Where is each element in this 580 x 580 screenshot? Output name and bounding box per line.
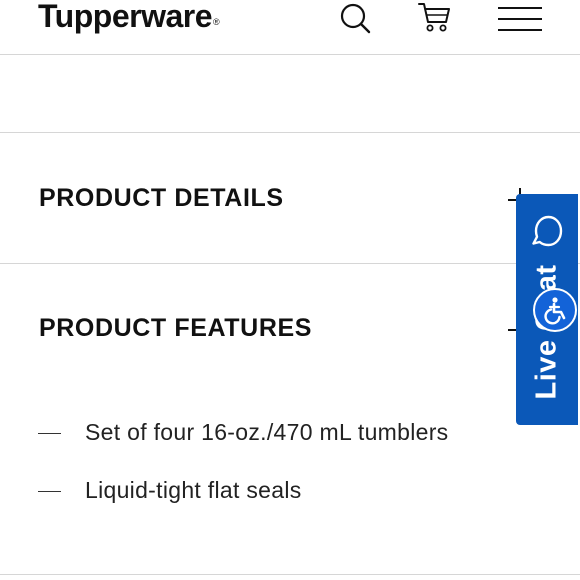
wheelchair-icon xyxy=(544,297,566,325)
section-divider xyxy=(0,574,580,575)
feature-text: Liquid-tight flat seals xyxy=(85,477,302,503)
section-divider xyxy=(0,132,580,133)
search-button[interactable] xyxy=(336,0,374,38)
list-item: Liquid-tight flat seals xyxy=(0,470,580,528)
accordion-product-features[interactable]: PRODUCT FEATURES xyxy=(0,300,580,360)
accessibility-button[interactable] xyxy=(533,288,577,332)
tupperware-logo[interactable]: Tupperware® xyxy=(38,0,220,36)
logo-text: Tupperware xyxy=(38,0,213,34)
search-icon xyxy=(340,3,371,34)
section-divider xyxy=(0,263,580,264)
product-page: Tupperware® PRODUCT DETAILS PRODUCT FEAT… xyxy=(0,0,580,580)
dash-bullet xyxy=(38,491,61,492)
feature-text: Set of four 16-oz./470 mL tumblers xyxy=(85,419,449,445)
cart-button[interactable] xyxy=(414,0,454,38)
product-features-list: Set of four 16-oz./470 mL tumblers Liqui… xyxy=(0,412,580,528)
live-chat-label: Live Chat xyxy=(530,264,563,400)
dash-bullet xyxy=(38,433,61,434)
hamburger-menu-icon xyxy=(498,7,542,31)
accordion-title-product-features: PRODUCT FEATURES xyxy=(39,314,313,342)
chat-bubble-icon xyxy=(532,215,563,247)
site-header: Tupperware® xyxy=(0,0,580,55)
cart-icon xyxy=(418,3,450,32)
list-item: Set of four 16-oz./470 mL tumblers xyxy=(0,412,580,470)
menu-button[interactable] xyxy=(496,0,544,38)
logo-registered-mark: ® xyxy=(213,17,220,27)
accordion-title-product-details: PRODUCT DETAILS xyxy=(39,184,284,212)
accordion-product-details[interactable]: PRODUCT DETAILS xyxy=(0,170,580,230)
